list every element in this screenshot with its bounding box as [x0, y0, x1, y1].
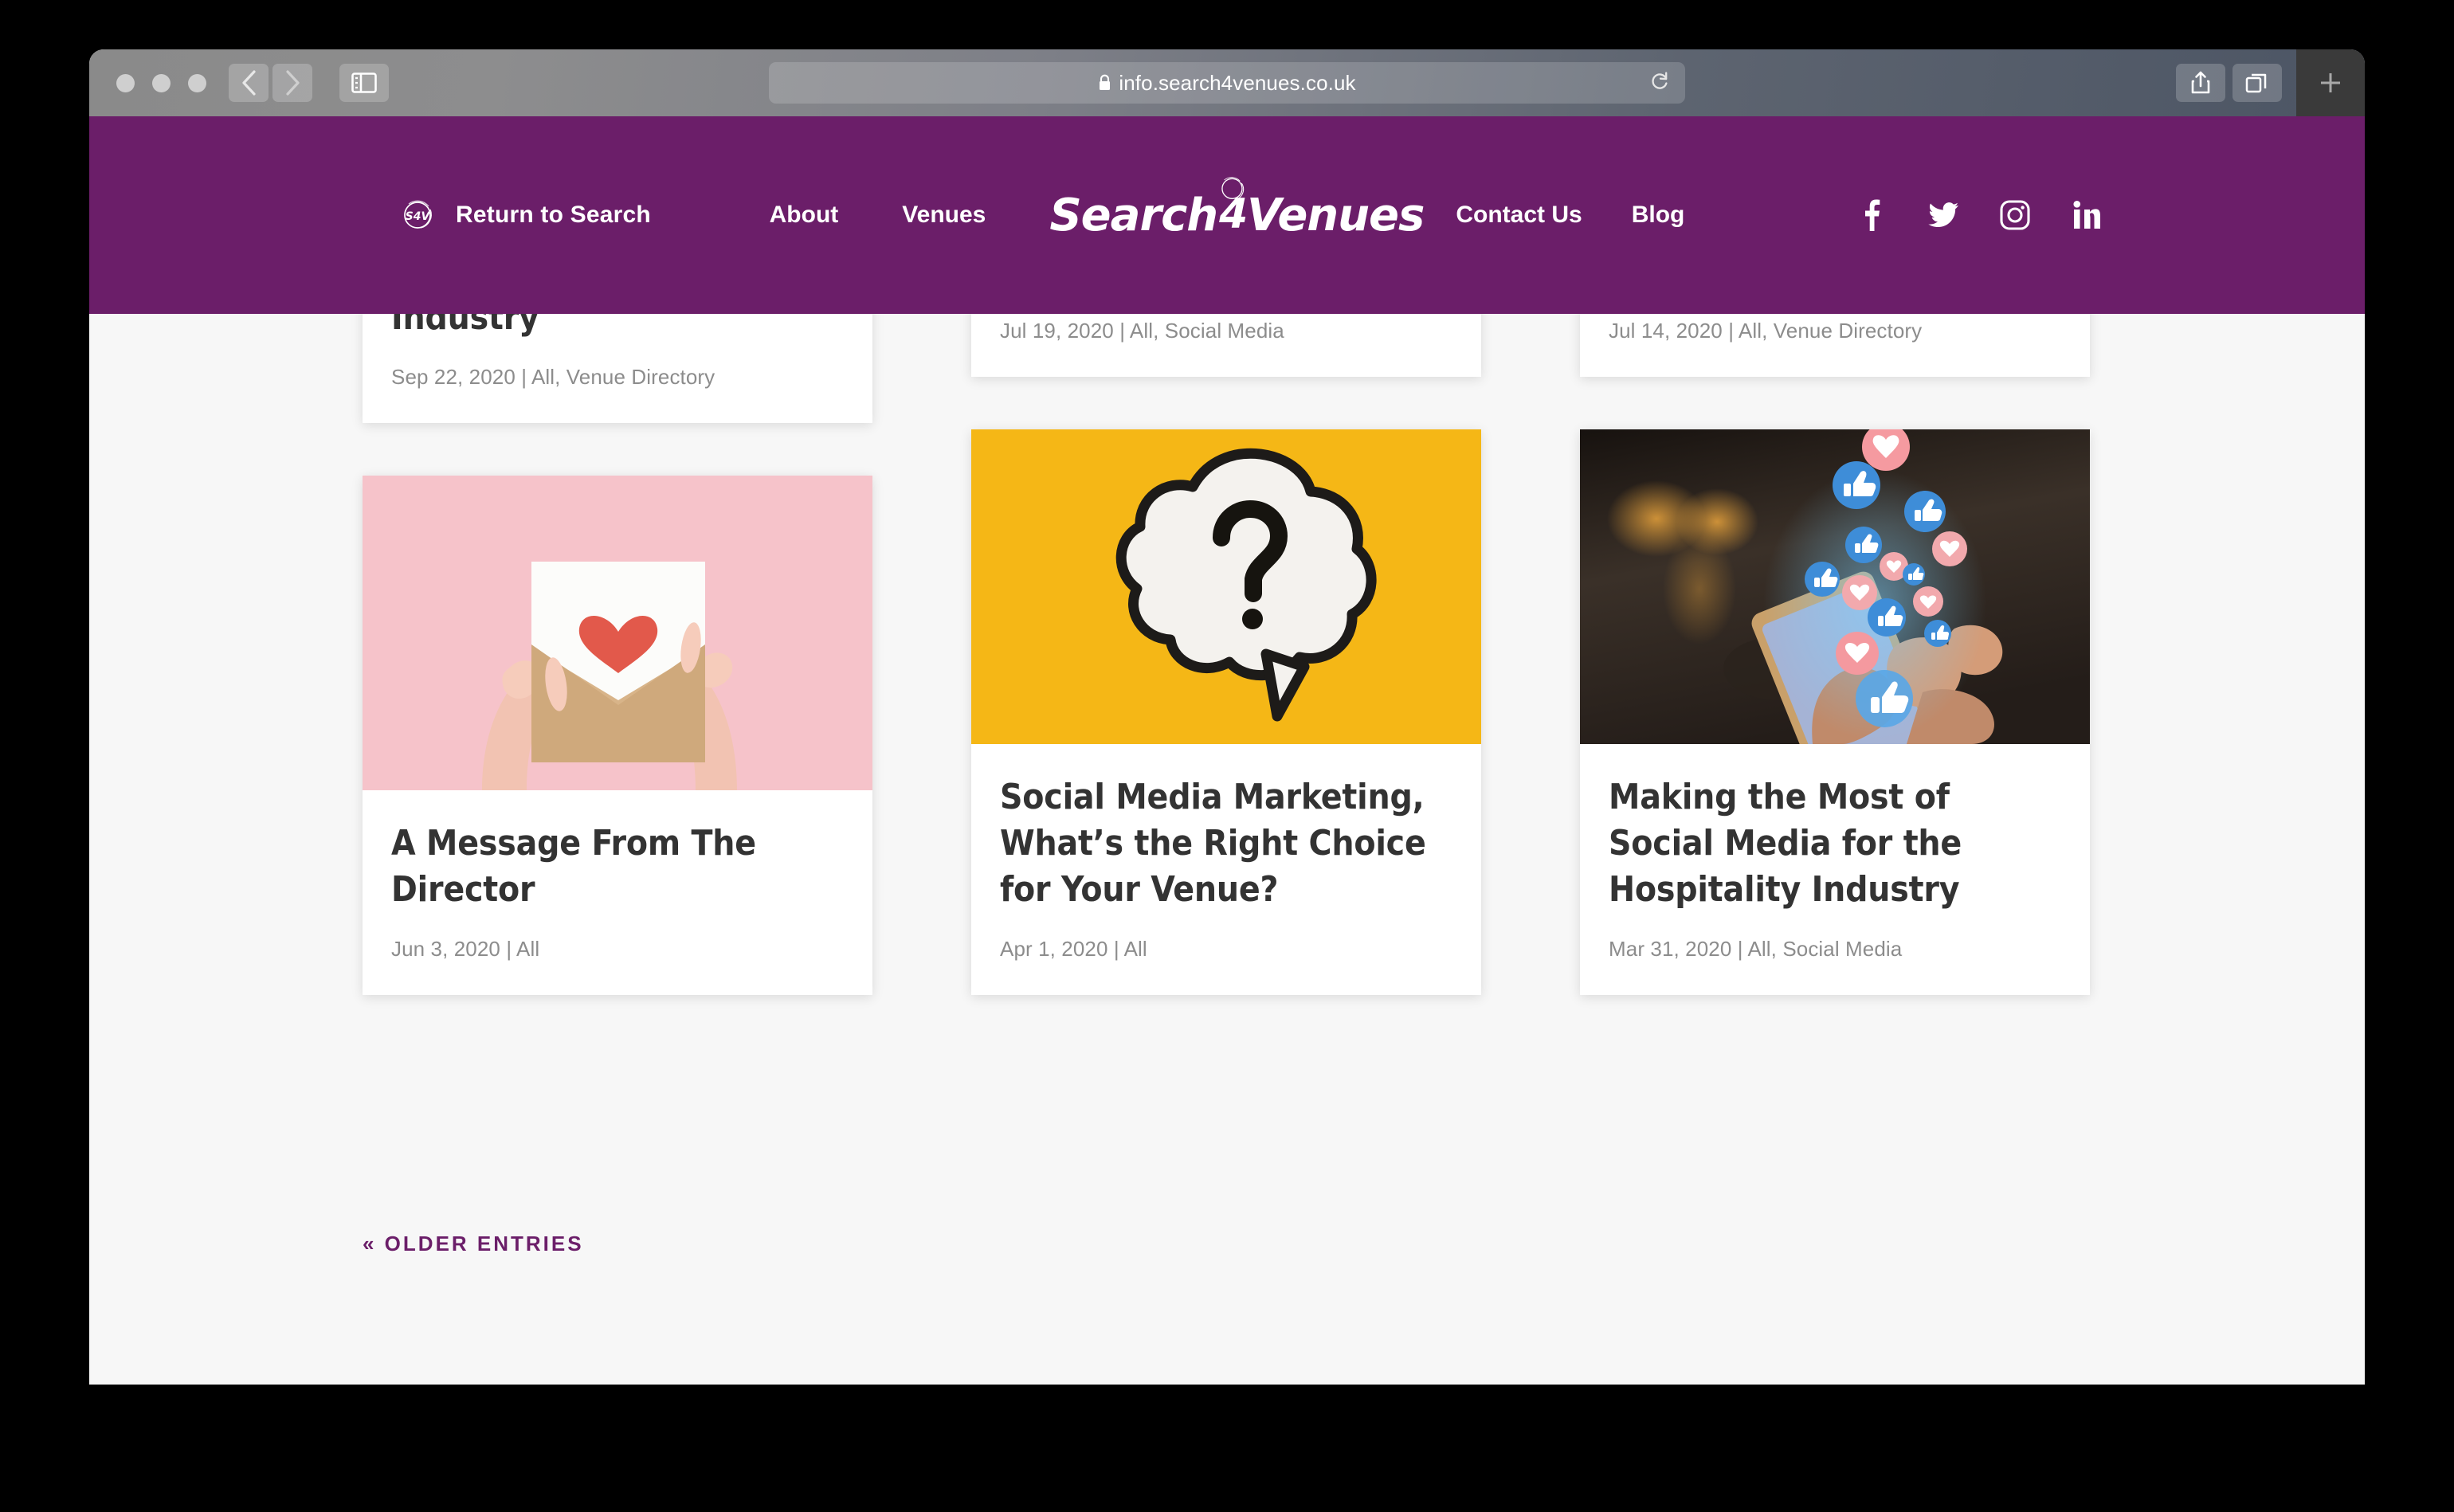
- minimize-window-button[interactable]: [152, 73, 171, 92]
- forward-button[interactable]: [272, 64, 312, 102]
- post-title: A Message From The Director: [391, 823, 756, 911]
- twitter-icon: [1928, 202, 1958, 228]
- post-thumbnail[interactable]: [363, 476, 872, 791]
- navigation-buttons: [229, 64, 312, 102]
- post-meta: Apr 1, 2020 | All: [1000, 937, 1147, 962]
- address-bar-container: info.search4venues.co.uk: [89, 62, 2365, 104]
- nav-item-venues[interactable]: Venues: [902, 202, 986, 229]
- page-content: Edgbaston Park Hotel lights up to Save E…: [89, 314, 2365, 1385]
- social-links: [1856, 198, 2102, 233]
- post-meta: Jul 14, 2020 | All, Venue Directory: [1609, 319, 1923, 343]
- hands-on-phone-with-like-and-heart-reactions-image: [1580, 429, 2090, 745]
- thought-bubble-with-question-mark-on-yellow-image: [971, 429, 1481, 745]
- site-logo[interactable]: Search 4 Venues: [1049, 171, 1425, 259]
- grid-column-1: Edgbaston Park Hotel lights up to Save E…: [363, 314, 872, 996]
- instagram-link[interactable]: [2000, 198, 2030, 233]
- new-tab-button[interactable]: [2296, 49, 2365, 116]
- share-button[interactable]: [2176, 64, 2225, 102]
- window-traffic-lights: [116, 73, 206, 92]
- blog-post-card[interactable]: Edgbaston Park Hotel lights up to Save E…: [363, 314, 872, 424]
- blog-post-card[interactable]: Social Media Marketing, What’s the Right…: [971, 429, 1481, 996]
- titlebar-right-buttons: [2176, 49, 2365, 116]
- nav-item-about[interactable]: About: [770, 202, 839, 229]
- site-header: S4V Return to Search About Venues Search…: [89, 116, 2365, 314]
- post-thumbnail[interactable]: [1580, 429, 2090, 745]
- blog-post-grid: Edgbaston Park Hotel lights up to Save E…: [363, 314, 2090, 996]
- blog-post-card[interactable]: Making the Most of Social Media for the …: [1580, 429, 2090, 996]
- logo-word-search: Search: [1049, 189, 1218, 241]
- linkedin-link[interactable]: [2072, 198, 2102, 233]
- older-entries-link[interactable]: « Older Entries: [363, 1232, 584, 1256]
- logo-word-venues: Venues: [1247, 189, 1425, 241]
- close-window-button[interactable]: [116, 73, 135, 92]
- blog-post-card[interactable]: Be Unique – it’s easier than you think! …: [1580, 314, 2090, 378]
- grid-column-3: Be Unique – it’s easier than you think! …: [1580, 314, 2090, 996]
- nav-item-contact-us[interactable]: Contact Us: [1456, 202, 1582, 229]
- share-icon: [2191, 71, 2210, 94]
- back-chevron-icon: [242, 70, 256, 96]
- post-meta: Sep 22, 2020 | All, Venue Directory: [391, 365, 715, 390]
- lock-icon: [1100, 74, 1111, 90]
- sidebar-toggle-button[interactable]: [339, 64, 389, 102]
- post-title: Edgbaston Park Hotel lights up to Save E…: [391, 314, 539, 339]
- forward-chevron-icon: [286, 70, 300, 96]
- facebook-icon: [1865, 199, 1880, 231]
- nav-item-blog[interactable]: Blog: [1632, 202, 1685, 229]
- post-meta: Jun 3, 2020 | All: [391, 937, 540, 962]
- back-button[interactable]: [229, 64, 269, 102]
- post-meta: Jul 19, 2020 | All, Social Media: [1000, 319, 1284, 343]
- tab-overview-button[interactable]: [2233, 64, 2282, 102]
- browser-titlebar: info.search4venues.co.uk: [89, 49, 2365, 116]
- blog-post-card[interactable]: A Message From The Director Jun 3, 2020 …: [363, 476, 872, 996]
- reload-icon: [1652, 72, 1668, 89]
- plus-icon: [2321, 73, 2340, 92]
- logo-number-four: 4: [1219, 190, 1249, 238]
- grid-gap: [363, 423, 872, 476]
- sidebar-toggle-icon: [351, 72, 377, 93]
- grid-column-2: We’ve been keeping your Social Media Ali…: [971, 314, 1481, 996]
- maximize-window-button[interactable]: [188, 73, 206, 92]
- linkedin-icon: [2073, 201, 2100, 229]
- instagram-icon: [2000, 200, 2030, 230]
- blog-post-card[interactable]: We’ve been keeping your Social Media Ali…: [971, 314, 1481, 378]
- browser-window: info.search4venues.co.uk S4V Return to S…: [89, 49, 2365, 1385]
- grid-gap: [1580, 377, 2090, 429]
- url-text: info.search4venues.co.uk: [1119, 70, 1356, 95]
- post-meta: Mar 31, 2020 | All, Social Media: [1609, 937, 1903, 962]
- twitter-link[interactable]: [1928, 198, 1958, 233]
- reload-button[interactable]: [1650, 70, 1669, 96]
- post-thumbnail[interactable]: [971, 429, 1481, 745]
- address-bar[interactable]: info.search4venues.co.uk: [769, 62, 1685, 104]
- post-title: Making the Most of Social Media for the …: [1609, 777, 1962, 911]
- logo-circle-icon: 4: [1219, 175, 1249, 255]
- post-title: Social Media Marketing, What’s the Right…: [1000, 777, 1426, 911]
- facebook-link[interactable]: [1856, 198, 1887, 233]
- hands-holding-envelope-with-heart-card-image: [363, 476, 872, 791]
- tab-overview-icon: [2245, 73, 2267, 93]
- grid-gap: [971, 377, 1481, 429]
